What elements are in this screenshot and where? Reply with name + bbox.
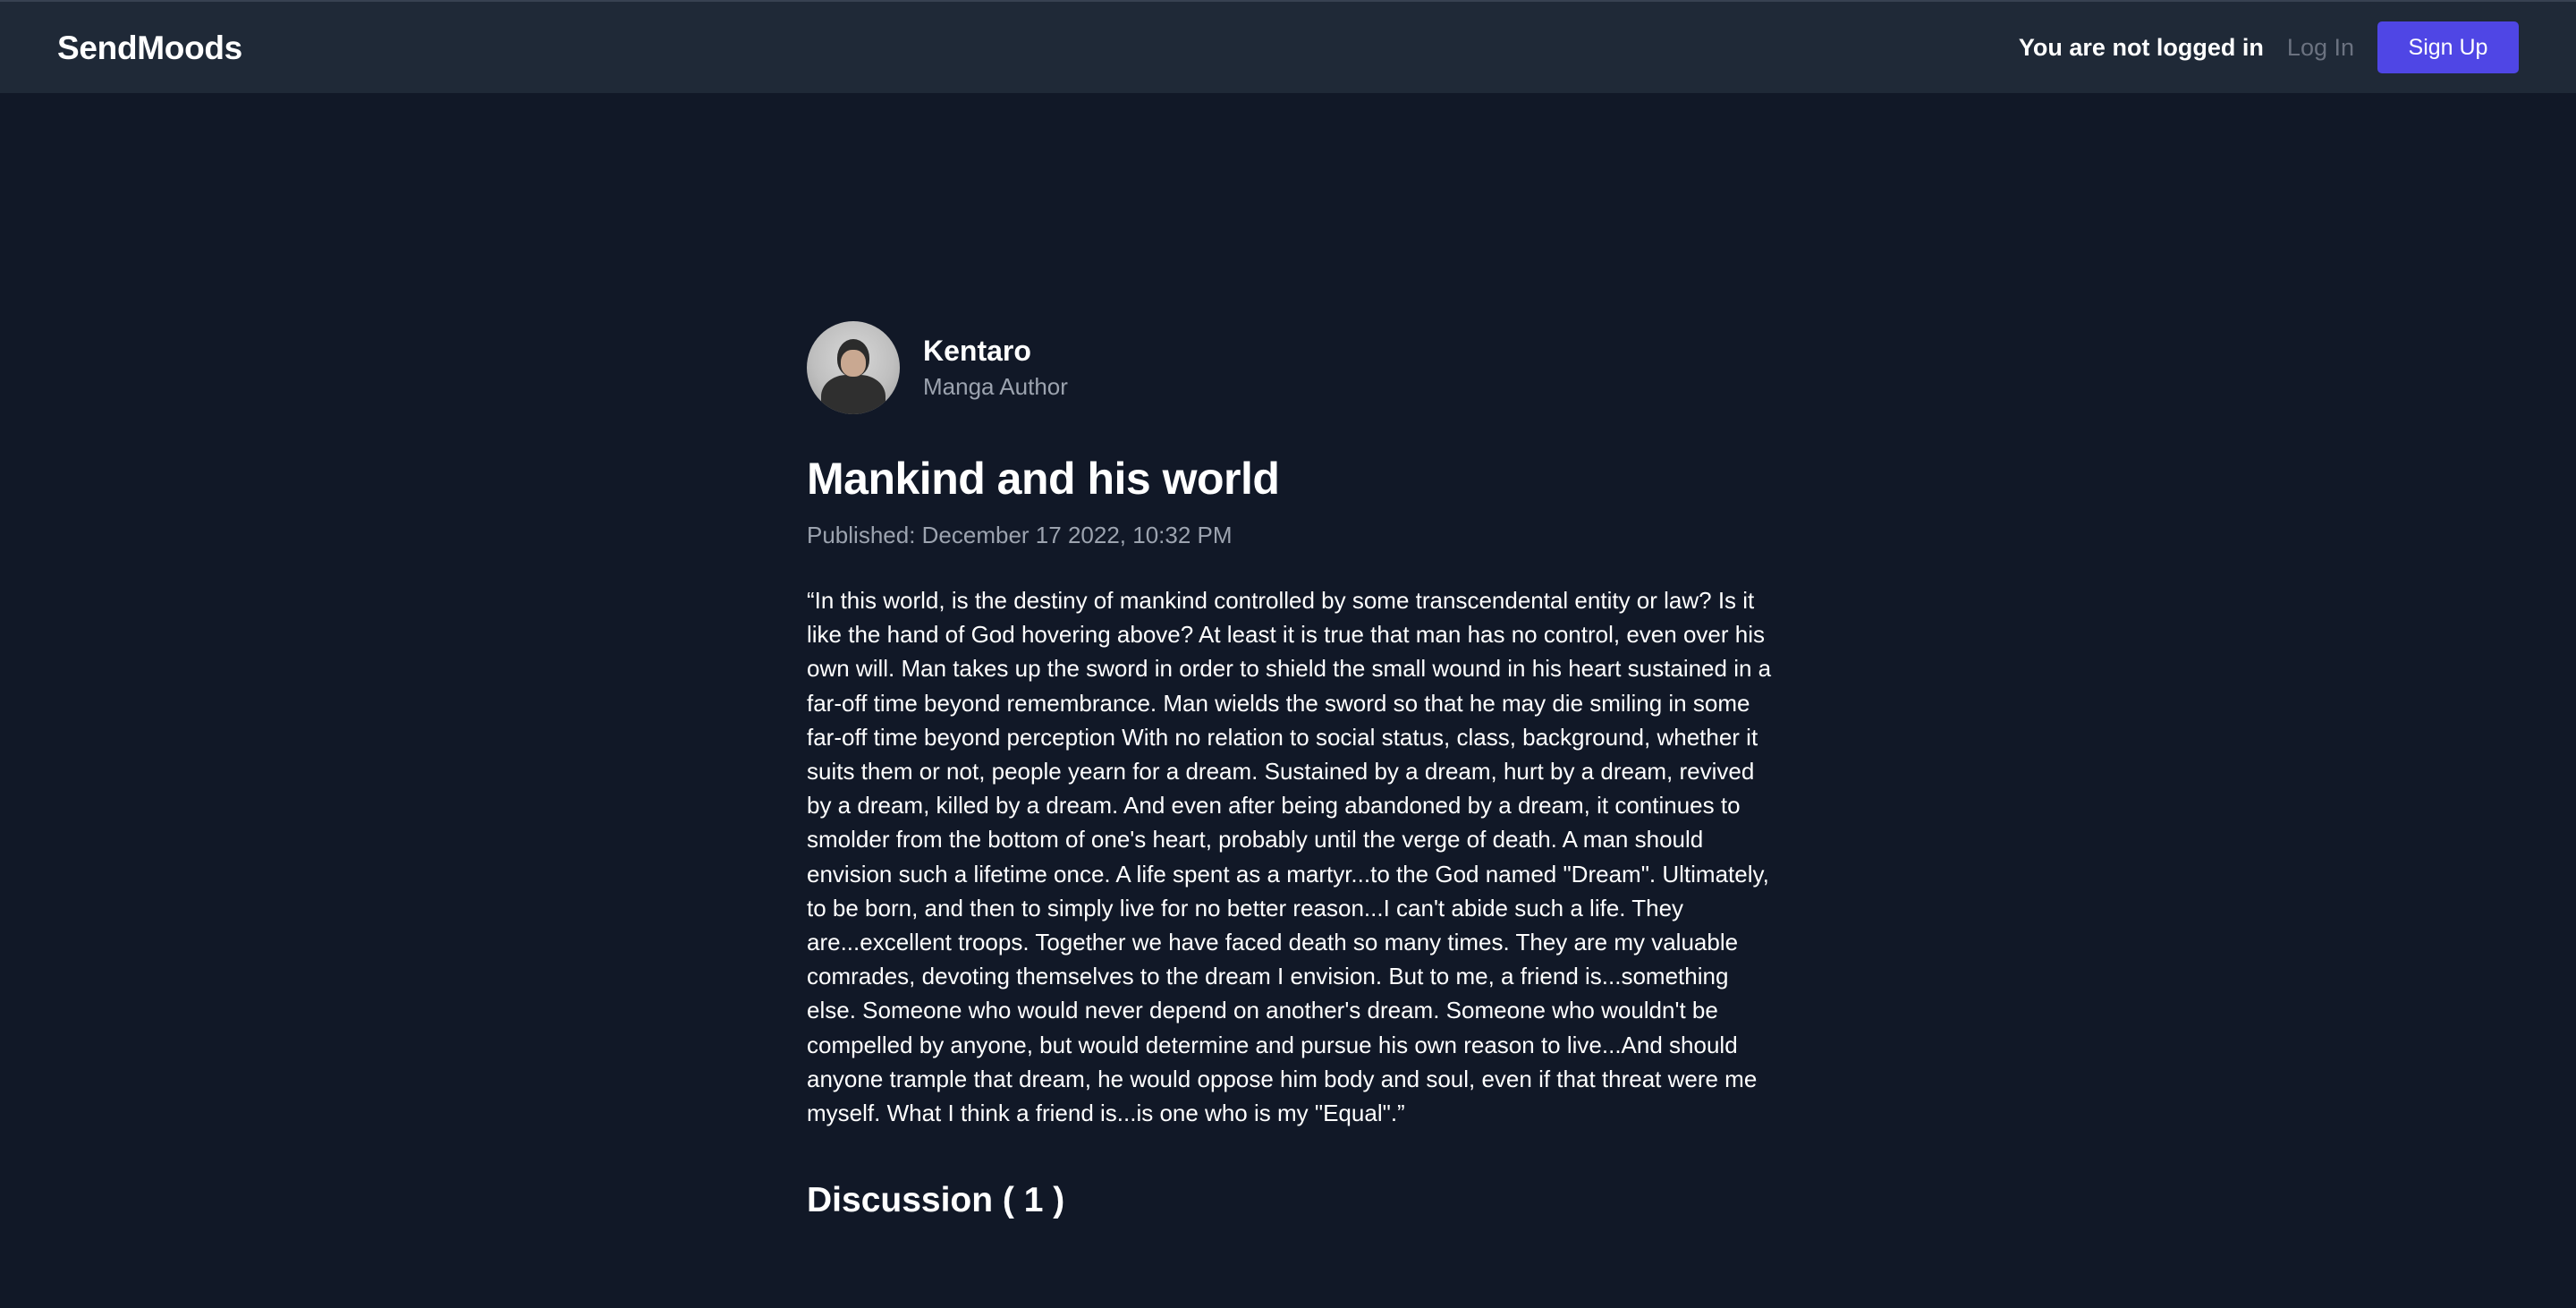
author-avatar[interactable] <box>807 321 900 414</box>
author-card: Kentaro Manga Author <box>807 320 1773 415</box>
published-date: Published: December 17 2022, 10:32 PM <box>807 522 1233 548</box>
post-title: Mankind and his world <box>807 454 1280 504</box>
discussion-heading: Discussion ( 1 ) <box>807 1181 1065 1220</box>
post-content: Kentaro Manga Author Mankind and his wor… <box>807 320 1773 1253</box>
nav-actions: You are not logged in Log In Sign Up <box>2019 21 2519 73</box>
post-body: “In this world, is the destiny of mankin… <box>807 587 1772 1127</box>
signup-button[interactable]: Sign Up <box>2377 21 2519 73</box>
author-name[interactable]: Kentaro <box>923 333 1068 369</box>
brand-logo[interactable]: SendMoods <box>57 27 242 70</box>
top-navbar: SendMoods You are not logged in Log In S… <box>0 0 2576 93</box>
login-status-text: You are not logged in <box>2018 33 2264 61</box>
login-link[interactable]: Log In <box>2287 34 2354 62</box>
avatar-body-shape <box>821 375 886 414</box>
author-meta: Kentaro Manga Author <box>923 333 1068 403</box>
avatar-face-shape <box>841 350 866 377</box>
author-role: Manga Author <box>923 373 1068 400</box>
